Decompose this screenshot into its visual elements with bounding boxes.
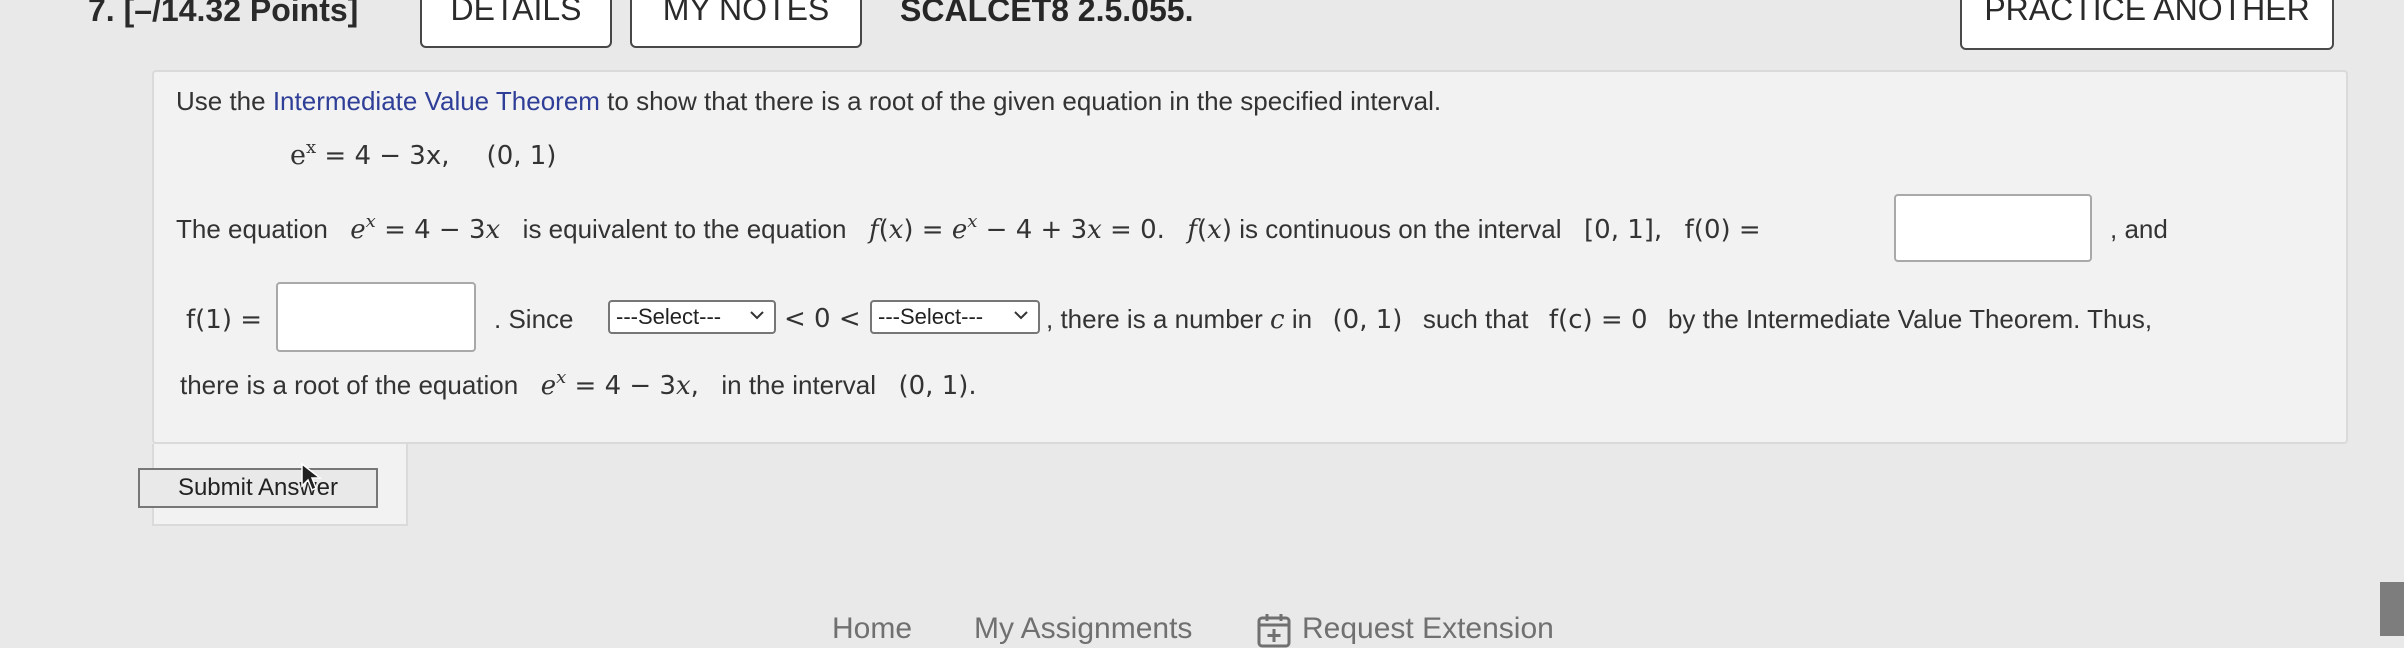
eq-rhs: = 4 − 3x, xyxy=(316,141,450,171)
details-label: DETAILS xyxy=(450,0,582,27)
line2-c: c xyxy=(1270,305,1285,335)
line3-text-1: there is a root of the equation xyxy=(180,370,519,400)
select-2-dropdown[interactable]: ---Select--- xyxy=(870,300,1040,334)
select-1-dropdown[interactable]: ---Select--- xyxy=(608,300,776,334)
chevron-down-icon xyxy=(750,311,764,320)
question-id: SCALCET8 2.5.055. xyxy=(900,0,1194,28)
question-intro: Use the Intermediate Value Theorem to sh… xyxy=(176,86,1441,117)
line3-equation: ex = 4 − 3x, xyxy=(540,367,699,402)
line1-text-3: is continuous on the interval xyxy=(1239,214,1562,244)
intro-text-after: to show that there is a root of the give… xyxy=(599,86,1442,116)
request-extension-link[interactable]: Request Extension xyxy=(1256,612,1554,648)
line2-text-1: , there is a number xyxy=(1046,304,1263,334)
question-points: [–/14.32 Points] xyxy=(123,0,359,28)
line1-fx: f(x) xyxy=(1187,215,1232,245)
mouse-cursor-icon xyxy=(301,462,322,492)
since-text: . Since xyxy=(494,304,574,334)
solution-line-2-label: f(1) = xyxy=(186,304,262,335)
practice-another-label: PRACTICE ANOTHER xyxy=(1984,0,2310,27)
my-notes-label: MY NOTES xyxy=(662,0,830,27)
line1-and: , and xyxy=(2110,214,2168,244)
my-assignments-link[interactable]: My Assignments xyxy=(974,612,1192,646)
f0-label: f(0) = xyxy=(1684,215,1761,245)
ivt-link[interactable]: Intermediate Value Theorem xyxy=(273,86,600,116)
solution-line-3: there is a root of the equation ex = 4 −… xyxy=(180,367,977,402)
given-equation: ex = 4 − 3x, (0, 1) xyxy=(290,137,557,172)
intro-text-before: Use the xyxy=(176,86,273,116)
chevron-down-icon xyxy=(1014,311,1028,320)
eq-base: e xyxy=(290,140,306,171)
eq-interval: (0, 1) xyxy=(486,141,557,171)
f0-answer-input[interactable] xyxy=(1894,194,2092,262)
line1-text-2: is equivalent to the equation xyxy=(522,214,847,244)
line2-fc: f(c) = 0 xyxy=(1548,305,1648,335)
solution-line-2-rest: , there is a number c in (0, 1) such tha… xyxy=(1046,304,2152,335)
line1-fx-equation: f(x) = ex − 4 + 3x = 0. xyxy=(868,211,1165,246)
lt-zero-lt: < 0 < xyxy=(784,304,861,334)
question-number: 7. xyxy=(88,0,115,28)
select-2-value: ---Select--- xyxy=(878,304,984,329)
question-header: 7. [–/14.32 Points] DETAILS MY NOTES SCA… xyxy=(0,0,2404,72)
line1-equation: ex = 4 − 3x xyxy=(350,211,501,246)
home-link[interactable]: Home xyxy=(832,612,912,646)
details-button[interactable]: DETAILS xyxy=(420,0,612,48)
line1-text-1: The equation xyxy=(176,214,328,244)
request-extension-label: Request Extension xyxy=(1302,612,1554,645)
select-1-value: ---Select--- xyxy=(616,304,722,329)
submit-answer-button[interactable]: Submit Answer xyxy=(138,468,378,508)
f1-label: f(1) = xyxy=(186,305,263,335)
line2-text-3: by the Intermediate Value Theorem. Thus, xyxy=(1667,304,2153,334)
solution-line-1: The equation ex = 4 − 3x is equivalent t… xyxy=(176,211,1761,246)
line2-text-2: such that xyxy=(1422,304,1529,334)
line3-interval: (0, 1). xyxy=(898,371,977,401)
line1-interval: [0, 1], xyxy=(1584,215,1663,245)
line3-text-2: in the interval xyxy=(721,370,877,400)
question-header-label: 7. [–/14.32 Points] xyxy=(88,0,358,29)
line2-in: in xyxy=(1291,304,1313,334)
my-notes-button[interactable]: MY NOTES xyxy=(630,0,862,48)
eq-exponent: x xyxy=(305,137,317,158)
practice-another-button[interactable]: PRACTICE ANOTHER xyxy=(1960,0,2334,50)
calendar-plus-icon xyxy=(1257,614,1291,648)
page-scrollbar[interactable] xyxy=(2380,582,2404,636)
line2-interval: (0, 1) xyxy=(1332,305,1403,335)
f1-answer-input[interactable] xyxy=(276,282,476,352)
